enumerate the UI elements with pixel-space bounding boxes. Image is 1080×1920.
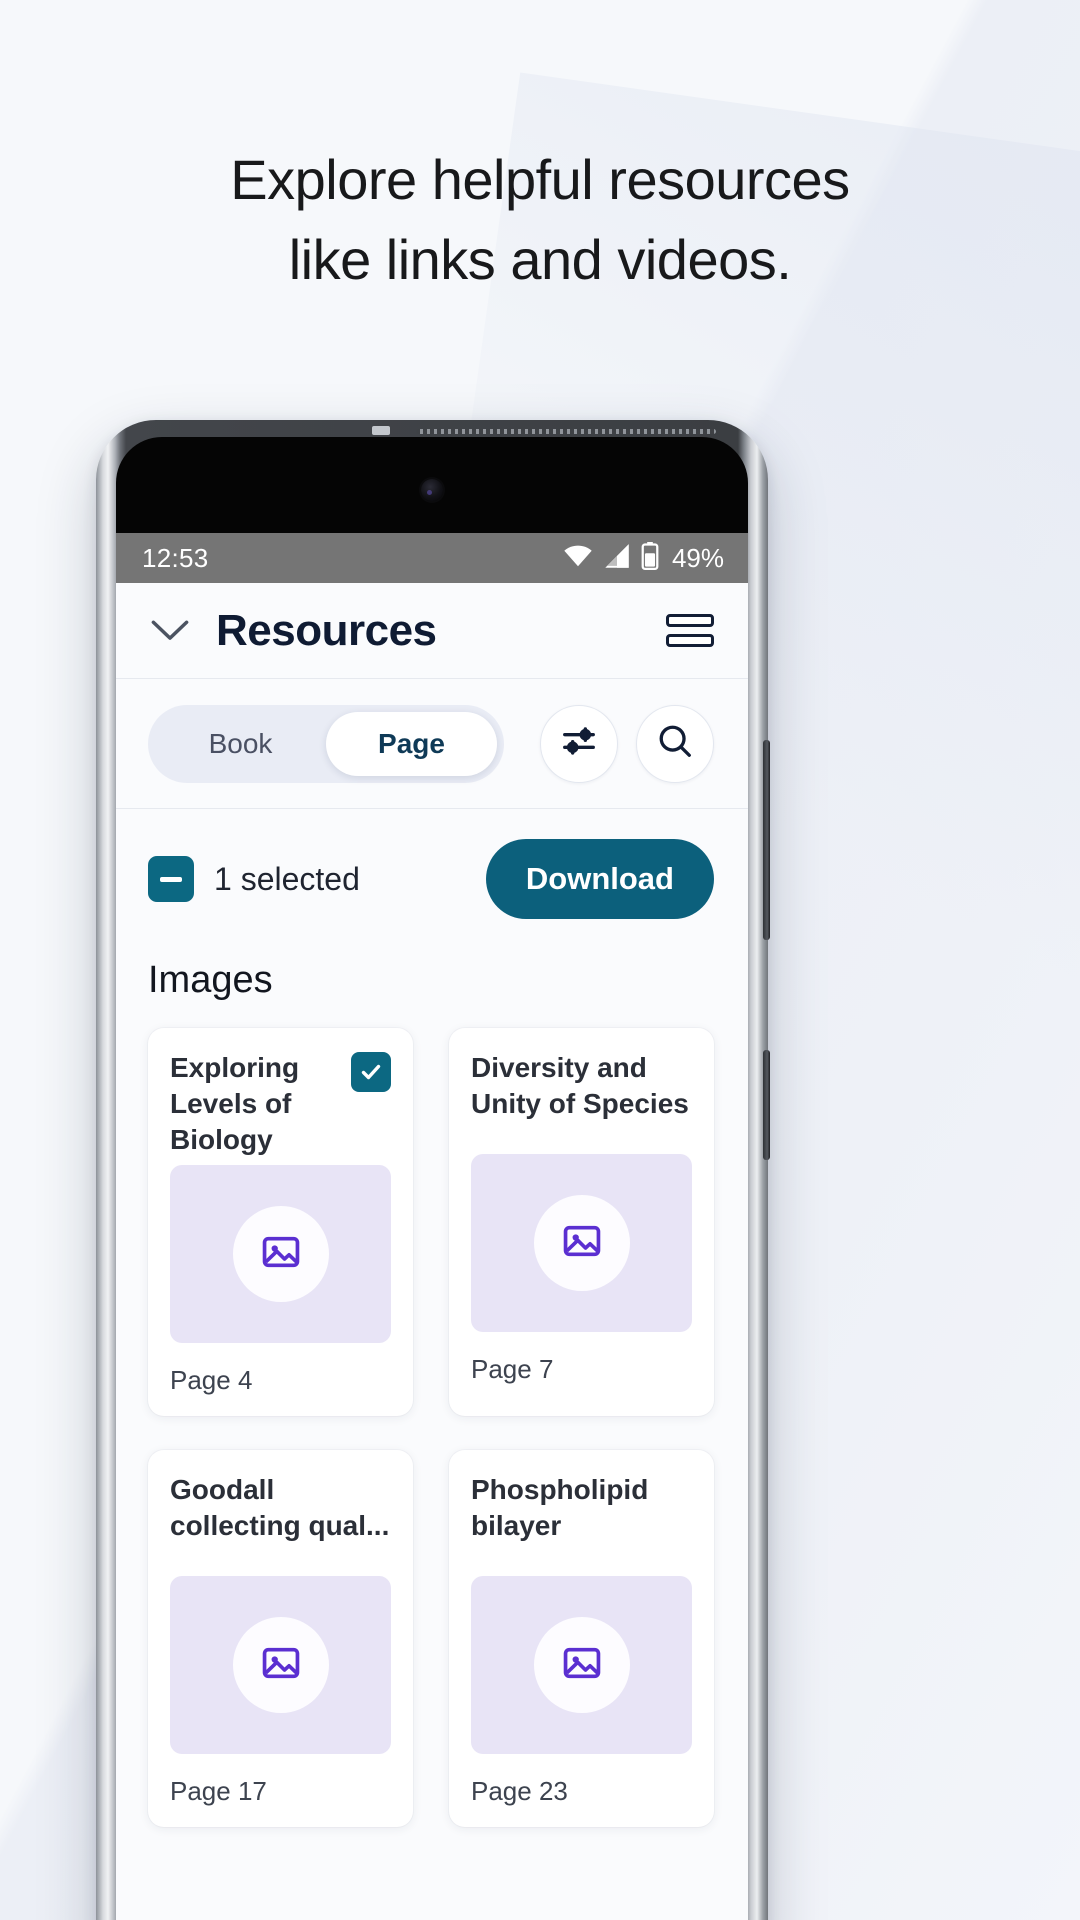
app-header: Resources (116, 583, 748, 679)
scope-segmented-control[interactable]: Book Page (148, 704, 504, 783)
thumbnail-circle (232, 1206, 329, 1303)
card-header: Goodall collecting qual... (170, 1472, 391, 1568)
card-page-label: Page 7 (471, 1354, 554, 1384)
thumbnail-circle (533, 1195, 630, 1291)
card-header: Diversity and Unity of Species (471, 1050, 692, 1146)
image-card-grid: Exploring Levels of Biology Page 4 Diver… (148, 1028, 714, 1828)
volume-button[interactable] (763, 740, 770, 940)
card-title: Goodall collecting qual... (170, 1474, 390, 1542)
resource-card[interactable]: Phospholipid bilayer Page 23 (449, 1450, 714, 1828)
card-page-label: Page 4 (170, 1365, 253, 1396)
card-thumbnail (471, 1576, 692, 1755)
card-title: Diversity and Unity of Species (471, 1052, 689, 1119)
card-header: Phospholipid bilayer (471, 1472, 692, 1568)
android-status-bar: 12:53 49% (116, 533, 748, 583)
list-view-icon[interactable] (666, 607, 714, 655)
cellular-signal-icon (604, 543, 630, 573)
card-title: Phospholipid bilayer (471, 1474, 649, 1542)
card-page-label: Page 17 (170, 1776, 267, 1807)
front-camera-icon (421, 479, 443, 501)
battery-icon (641, 541, 659, 575)
promo-headline: Explore helpful resources like links and… (0, 140, 1080, 299)
power-button[interactable] (763, 1050, 770, 1160)
thumbnail-circle (232, 1617, 329, 1714)
card-thumbnail (170, 1165, 391, 1344)
resource-card[interactable]: Exploring Levels of Biology Page 4 (148, 1028, 413, 1417)
card-thumbnail (170, 1576, 391, 1755)
resources-content: Images Exploring Levels of Biology Page … (116, 949, 748, 1920)
earpiece-speaker (416, 429, 716, 434)
phone-top-nub (372, 426, 390, 435)
headline-line-2: like links and videos. (288, 227, 792, 291)
page-title: Resources (216, 605, 437, 655)
list-view-bar-top (666, 614, 714, 627)
sliders-icon (560, 722, 598, 765)
section-title-images: Images (148, 959, 273, 1001)
headline-line-1: Explore helpful resources (230, 148, 850, 211)
image-placeholder-icon (260, 1231, 302, 1278)
segment-page[interactable]: Page (326, 711, 497, 776)
indeterminate-dash-icon (160, 876, 182, 882)
download-button[interactable]: Download (485, 839, 714, 919)
battery-percent-label: 49% (671, 542, 724, 573)
selection-toolbar: 1 selected Download (116, 809, 748, 949)
segment-book[interactable]: Book (155, 712, 326, 776)
chevron-down-icon[interactable] (148, 609, 192, 653)
filter-bar: Book Page (116, 679, 748, 809)
card-header: Exploring Levels of Biology (170, 1050, 391, 1157)
search-button[interactable] (636, 704, 714, 783)
select-all-checkbox[interactable] (148, 856, 194, 902)
card-title: Exploring Levels of Biology (170, 1052, 300, 1155)
selected-count-label: 1 selected (214, 860, 360, 897)
card-checkbox-checked[interactable] (351, 1052, 391, 1092)
image-placeholder-icon (260, 1642, 302, 1689)
phone-mockup: 12:53 49% Resources Book Page 1 selected… (96, 420, 770, 1920)
app-viewport: 12:53 49% Resources Book Page 1 selected… (116, 533, 748, 1920)
list-view-bar-bottom (666, 634, 714, 647)
resource-card[interactable]: Goodall collecting qual... Page 17 (148, 1450, 413, 1828)
filter-button[interactable] (540, 704, 618, 783)
image-placeholder-icon (561, 1642, 603, 1689)
image-placeholder-icon (561, 1220, 603, 1267)
card-page-label: Page 23 (471, 1776, 568, 1807)
resource-card[interactable]: Diversity and Unity of Species Page 7 (449, 1028, 714, 1417)
search-icon (656, 722, 694, 765)
wifi-icon (563, 544, 593, 573)
status-indicators: 49% (563, 541, 724, 575)
thumbnail-circle (533, 1617, 630, 1714)
status-time: 12:53 (142, 542, 209, 573)
phone-screen: 12:53 49% Resources Book Page 1 selected… (116, 437, 748, 1920)
card-thumbnail (471, 1154, 692, 1332)
